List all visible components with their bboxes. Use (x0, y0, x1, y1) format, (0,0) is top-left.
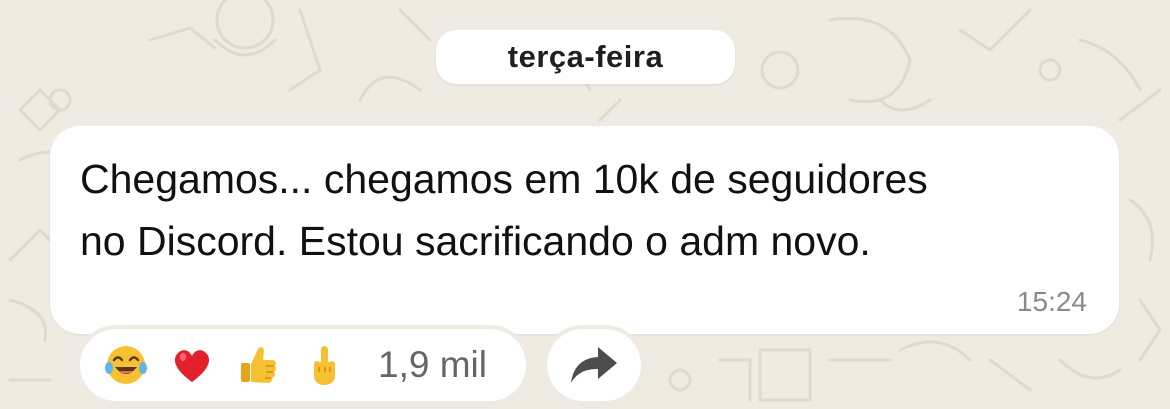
thumbs-up-emoji-icon[interactable] (236, 343, 280, 387)
red-heart-emoji-icon[interactable] (170, 343, 214, 387)
message-text: Chegamos... chegamos em 10k de seguidore… (80, 156, 928, 264)
message-timestamp: 15:24 (1016, 286, 1087, 317)
middle-finger-emoji-icon[interactable] (302, 343, 346, 387)
reaction-count: 1,9 mil (378, 344, 487, 385)
date-separator: terça-feira (436, 30, 735, 84)
message-bubble[interactable]: Chegamos... chegamos em 10k de seguidore… (50, 126, 1119, 334)
laughing-tears-emoji-icon[interactable] (104, 343, 148, 387)
date-label: terça-feira (507, 39, 664, 74)
reactions-bar[interactable]: 1,9 mil (80, 329, 526, 401)
forward-button[interactable] (547, 329, 641, 401)
forward-arrow-icon (571, 347, 617, 383)
